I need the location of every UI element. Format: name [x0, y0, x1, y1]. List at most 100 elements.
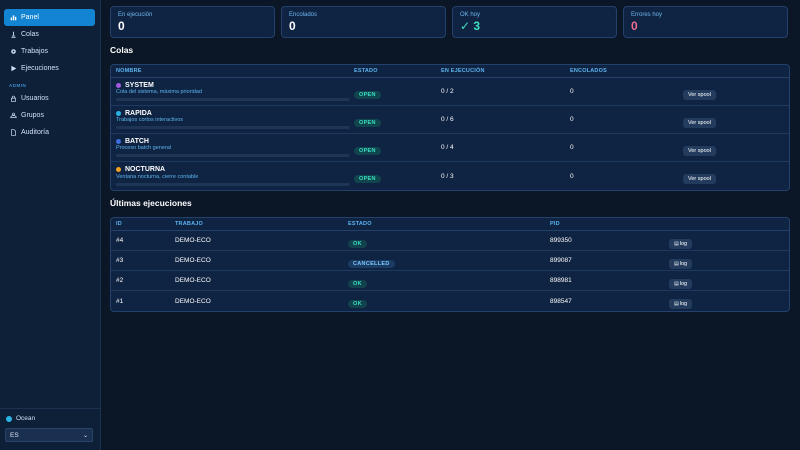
log-button[interactable]: ▤ log: [669, 258, 693, 269]
queue-description: Cola del sistema, máxima prioridad: [116, 89, 202, 96]
queue-color-dot-icon: [116, 138, 121, 144]
table-row: RAPIDA Trabajos cortos interactivos OPEN 0 …: [111, 106, 789, 134]
view-spool-button[interactable]: Ver spool: [683, 89, 716, 100]
sidebar-item-label: Usuarios: [21, 95, 49, 102]
status-badge: OPEN: [354, 175, 381, 183]
log-icon: ▤: [674, 240, 679, 247]
view-spool-button[interactable]: Ver spool: [683, 145, 716, 156]
queue-queued: 0: [570, 116, 574, 123]
queue-description: Ventana nocturna, cierre contable: [116, 173, 199, 180]
execution-pid: 898547: [550, 297, 572, 305]
stat-value: 0: [289, 19, 296, 33]
status-badge: OK: [348, 279, 367, 288]
log-button[interactable]: ▤ log: [669, 278, 693, 289]
queue-load-bar: [116, 182, 350, 186]
queue-color-dot-icon: [116, 82, 121, 88]
lock-icon: [9, 94, 18, 103]
document-icon: [9, 128, 18, 137]
execution-job: DEMO-ECO: [175, 237, 211, 244]
log-button-label: log: [679, 301, 688, 307]
stat-card-errors-today: Errores hoy 0: [623, 6, 788, 38]
queues-table: NOMBRE ESTADO EN EJECUCIÓN ENCOLADOS SYS…: [110, 64, 790, 191]
sidebar-item-label: Grupos: [21, 112, 44, 119]
queue-icon: [9, 30, 18, 39]
log-icon: ▤: [674, 280, 679, 287]
stat-label: OK hoy: [460, 12, 481, 18]
stat-card-queued: Encolados 0: [281, 6, 446, 38]
main-content: En ejecución 0 Encolados 0 OK hoy ✓ 3 Er…: [110, 6, 790, 312]
log-icon: ▤: [674, 260, 679, 267]
queue-queued: 0: [570, 144, 574, 151]
execution-job: DEMO-ECO: [175, 257, 211, 264]
users-icon: [9, 111, 18, 120]
table-row: #1 DEMO-ECO OK 898547 ▤ log: [111, 291, 789, 311]
queue-queued: 0: [570, 88, 574, 95]
table-row: BATCH Proceso batch general OPEN 0 / 4 0 Ver …: [111, 134, 789, 162]
sidebar-item-label: Ejecuciones: [21, 65, 59, 72]
view-spool-button[interactable]: Ver spool: [683, 174, 716, 184]
column-header: ESTADO: [354, 68, 378, 74]
queue-load-bar: [116, 154, 350, 158]
queues-section-title: Colas: [110, 45, 134, 55]
admin-section-label: ADMIN: [9, 83, 27, 88]
theme-dot-icon: [6, 415, 12, 422]
sidebar-item-label: Trabajos: [21, 48, 48, 55]
column-header: ESTADO: [348, 221, 372, 227]
stats-row: En ejecución 0 Encolados 0 OK hoy ✓ 3 Er…: [110, 6, 790, 38]
table-row: #3 DEMO-ECO CANCELLED 899087 ▤ log: [111, 251, 789, 271]
status-badge: OPEN: [354, 146, 381, 155]
execution-id: #3: [116, 257, 124, 264]
table-row: SYSTEM Cola del sistema, máxima prioridad…: [111, 78, 789, 106]
queue-name: BATCH: [125, 137, 149, 145]
status-badge: OK: [348, 300, 367, 308]
log-button[interactable]: ▤ log: [669, 299, 693, 309]
sidebar-item-colas[interactable]: Colas: [4, 26, 95, 43]
execution-id: #2: [116, 277, 124, 284]
executions-table-header: ID TRABAJO ESTADO PID: [111, 218, 789, 231]
queue-running: 0 / 3: [441, 172, 454, 180]
sidebar-item-ejecuciones[interactable]: Ejecuciones: [4, 60, 95, 77]
stat-value: 0: [118, 19, 125, 33]
sidebar-item-label: Colas: [21, 31, 39, 38]
table-row: #2 DEMO-ECO OK 898981 ▤ log: [111, 271, 789, 291]
queue-color-dot-icon: [116, 167, 121, 173]
execution-id: #1: [116, 297, 124, 305]
queues-table-header: NOMBRE ESTADO EN EJECUCIÓN ENCOLADOS: [111, 65, 789, 78]
sidebar: Panel Colas Trabajos Ejecuciones ADMIN U…: [0, 0, 101, 450]
column-header: TRABAJO: [175, 221, 203, 227]
sidebar-nav: Panel Colas Trabajos Ejecuciones ADMIN U…: [0, 0, 100, 141]
play-icon: [9, 64, 18, 73]
sidebar-item-grupos[interactable]: Grupos: [4, 107, 95, 124]
queue-load-bar: [116, 126, 350, 130]
queue-queued: 0: [570, 172, 574, 180]
stat-label: Errores hoy: [631, 12, 663, 18]
sidebar-item-panel[interactable]: Panel: [4, 9, 95, 26]
status-badge: OPEN: [354, 90, 381, 99]
gear-icon: [9, 47, 18, 56]
column-header: EN EJECUCIÓN: [441, 68, 485, 74]
queue-running: 0 / 6: [441, 116, 454, 123]
sidebar-item-usuarios[interactable]: Usuarios: [4, 90, 95, 107]
table-row: #4 DEMO-ECO OK 899350 ▤ log: [111, 231, 789, 251]
queue-name: RAPIDA: [125, 109, 152, 117]
queue-description: Trabajos cortos interactivos: [116, 117, 184, 124]
execution-pid: 899087: [550, 257, 572, 264]
stat-label: Encolados: [289, 12, 318, 18]
language-select[interactable]: ES ⌄: [5, 428, 93, 442]
queue-load-bar: [116, 98, 350, 102]
stat-card-running: En ejecución 0: [110, 6, 275, 38]
sidebar-item-trabajos[interactable]: Trabajos: [4, 43, 95, 60]
column-header: PID: [550, 221, 560, 227]
execution-job: DEMO-ECO: [175, 277, 211, 284]
theme-indicator[interactable]: Ocean: [6, 415, 100, 422]
sidebar-footer: Ocean ES ⌄: [0, 408, 100, 450]
sidebar-item-auditoria[interactable]: Auditoría: [4, 124, 95, 141]
bar-chart-icon: [9, 13, 18, 22]
status-badge: OPEN: [354, 118, 381, 127]
stat-value: ✓ 3: [460, 19, 481, 33]
log-button[interactable]: ▤ log: [669, 238, 693, 249]
column-header: ID: [116, 221, 122, 227]
log-button-label: log: [679, 260, 688, 267]
execution-job: DEMO-ECO: [175, 297, 211, 305]
view-spool-button[interactable]: Ver spool: [683, 117, 716, 128]
